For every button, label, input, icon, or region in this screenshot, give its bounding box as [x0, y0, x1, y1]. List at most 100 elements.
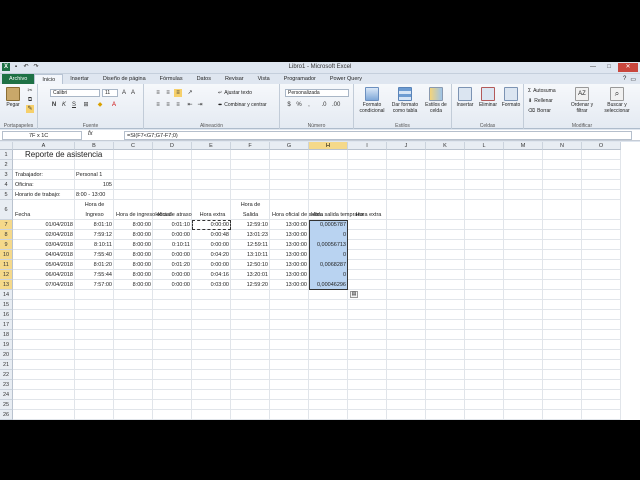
column-header[interactable]: J — [387, 142, 426, 150]
row-header[interactable]: 6 — [0, 200, 13, 220]
column-header[interactable]: I — [348, 142, 387, 150]
cell[interactable]: 8:01:10 — [75, 220, 114, 230]
row-header[interactable]: 26 — [0, 410, 13, 420]
row-header[interactable]: 22 — [0, 370, 13, 380]
underline-icon[interactable]: S — [70, 101, 78, 109]
row-header[interactable]: 21 — [0, 360, 13, 370]
paste-options-button[interactable]: ▤ — [350, 291, 358, 298]
tab-inicio[interactable]: Inicio — [34, 74, 64, 84]
row-header[interactable]: 24 — [0, 390, 13, 400]
cell[interactable]: 05/04/2018 — [13, 260, 75, 270]
number-format-select[interactable]: Personalizada — [285, 89, 349, 97]
accounting-icon[interactable]: $ — [285, 101, 293, 109]
align-center-icon[interactable]: ≡ — [164, 101, 172, 109]
column-header[interactable]: M — [504, 142, 543, 150]
cell[interactable]: 0:04:16 — [192, 270, 231, 280]
format-painter-icon[interactable]: ✎ — [26, 105, 34, 113]
format-cells-button[interactable]: Formato — [500, 87, 522, 108]
row-header[interactable]: 14 — [0, 290, 13, 300]
row-header[interactable]: 7 — [0, 220, 13, 230]
cell[interactable]: 0:00:00 — [153, 230, 192, 240]
cell[interactable]: 0,0005787 — [309, 220, 348, 230]
cell[interactable]: 0:00:00 — [153, 250, 192, 260]
row-header[interactable]: 8 — [0, 230, 13, 240]
cell[interactable]: 7:55:40 — [75, 250, 114, 260]
sort-filter-button[interactable]: AZ Ordenar y filtrar — [568, 87, 596, 114]
increase-decimal-icon[interactable]: .0 — [320, 101, 328, 109]
cell[interactable]: 8:00:00 — [114, 260, 153, 270]
copy-icon[interactable]: ⧉ — [26, 96, 34, 104]
cell[interactable]: 02/04/2018 — [13, 230, 75, 240]
tab-power-query[interactable]: Power Query — [323, 74, 369, 84]
column-header[interactable]: D — [153, 142, 192, 150]
cell[interactable]: 13:00:00 — [270, 270, 309, 280]
column-header[interactable]: L — [465, 142, 504, 150]
close-button[interactable]: ✕ — [618, 63, 638, 72]
cell[interactable]: 7:55:44 — [75, 270, 114, 280]
autosum-button[interactable]: Σ Autosuma — [528, 88, 556, 94]
row-header[interactable]: 18 — [0, 330, 13, 340]
name-box[interactable]: 7F x 1C — [2, 131, 82, 140]
cell[interactable]: 13:01:23 — [231, 230, 270, 240]
cell[interactable]: 0 — [309, 270, 348, 280]
cell[interactable]: 8:00:00 — [114, 230, 153, 240]
column-header[interactable]: G — [270, 142, 309, 150]
tab-archivo[interactable]: Archivo — [2, 74, 35, 84]
column-header[interactable]: N — [543, 142, 582, 150]
percent-icon[interactable]: % — [295, 101, 303, 109]
bold-icon[interactable]: N — [50, 101, 58, 109]
font-name-select[interactable]: Calibri — [50, 89, 100, 97]
cell[interactable]: 06/04/2018 — [13, 270, 75, 280]
cell[interactable]: 0:01:10 — [153, 220, 192, 230]
cell[interactable]: 8:00 - 13:00 — [75, 190, 114, 200]
column-header[interactable]: K — [426, 142, 465, 150]
cell[interactable]: 0:00:00 — [192, 260, 231, 270]
grow-font-icon[interactable]: A — [120, 89, 128, 97]
cell[interactable]: 0 — [309, 250, 348, 260]
comma-style-icon[interactable]: , — [305, 101, 313, 109]
cell[interactable]: 8:00:00 — [114, 250, 153, 260]
tab-diseno-pagina[interactable]: Diseño de página — [96, 74, 153, 84]
cell[interactable]: 0:04:20 — [192, 250, 231, 260]
cell[interactable]: 7:59:12 — [75, 230, 114, 240]
row-header[interactable]: 19 — [0, 340, 13, 350]
cell[interactable]: 0:00:00 — [192, 220, 231, 230]
cell[interactable]: 0,00046296 — [309, 280, 348, 290]
row-header[interactable]: 1 — [0, 150, 13, 160]
cell-styles-button[interactable]: Estilos de celda — [422, 87, 450, 114]
row-header[interactable]: 20 — [0, 350, 13, 360]
help-icon[interactable]: ? — [623, 76, 626, 83]
cell[interactable]: 105 — [75, 180, 114, 190]
cell[interactable]: 8:00:00 — [114, 220, 153, 230]
cell[interactable]: 0:10:11 — [153, 240, 192, 250]
cell[interactable]: Oficina: — [13, 180, 75, 190]
cell[interactable]: Trabajador: — [13, 170, 75, 180]
row-header[interactable]: 15 — [0, 300, 13, 310]
row-header[interactable]: 9 — [0, 240, 13, 250]
cell[interactable]: 04/04/2018 — [13, 250, 75, 260]
row-header[interactable]: 3 — [0, 170, 13, 180]
shrink-font-icon[interactable]: A — [129, 89, 137, 97]
cell[interactable]: 13:00:00 — [270, 280, 309, 290]
cell[interactable]: Reporte de asistencia — [13, 150, 102, 160]
italic-icon[interactable]: K — [60, 101, 68, 109]
formula-input[interactable]: =SI(F7<G7;G7-F7;0) — [124, 131, 632, 140]
cell[interactable]: 12:50:10 — [231, 260, 270, 270]
row-header[interactable]: 4 — [0, 180, 13, 190]
cell[interactable]: 0,00056713 — [309, 240, 348, 250]
cell[interactable]: 8:00:00 — [114, 270, 153, 280]
cell[interactable]: 13:20:01 — [231, 270, 270, 280]
increase-indent-icon[interactable]: ⇥ — [196, 101, 204, 109]
cell[interactable]: 7:57:00 — [75, 280, 114, 290]
column-header[interactable]: H — [309, 142, 348, 150]
paste-button[interactable]: Pegar — [3, 87, 23, 108]
orientation-icon[interactable]: ↗ — [186, 89, 194, 97]
cell[interactable]: 0:00:48 — [192, 230, 231, 240]
cell[interactable]: 13:00:00 — [270, 230, 309, 240]
font-color-icon[interactable]: A — [110, 101, 118, 109]
fill-button[interactable]: ⬇ Rellenar — [528, 98, 553, 104]
column-header[interactable]: E — [192, 142, 231, 150]
cell[interactable]: 13:00:00 — [270, 260, 309, 270]
row-header[interactable]: 10 — [0, 250, 13, 260]
cell[interactable]: 07/04/2018 — [13, 280, 75, 290]
